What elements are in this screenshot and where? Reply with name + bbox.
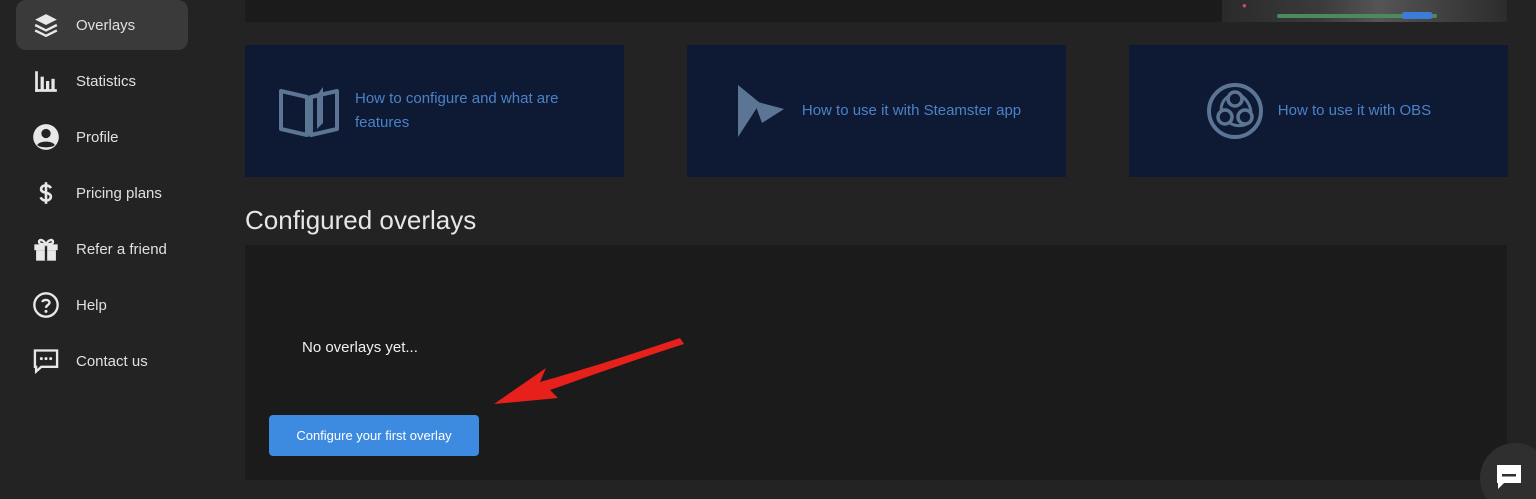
help-card-configure[interactable]: How to configure and what are features: [245, 45, 624, 177]
sidebar-item-contact[interactable]: Contact us: [16, 336, 188, 386]
section-title: Configured overlays: [245, 205, 477, 235]
help-card-steamster[interactable]: How to use it with Steamster app: [687, 45, 1066, 177]
help-card-label: How to use it with Steamster app: [801, 102, 1022, 119]
user-circle-icon: [30, 121, 62, 153]
bar-chart-icon: [30, 65, 62, 97]
steamster-logo-icon: [732, 81, 788, 141]
layers-icon: [30, 9, 62, 41]
configured-overlays-panel: No overlays yet... Configure your first …: [245, 245, 1507, 480]
sidebar-item-label: Profile: [76, 128, 119, 146]
help-card-label: How to configure and what are features: [355, 90, 559, 131]
help-circle-icon: [30, 289, 62, 321]
app-root: Overlays Statistics Profile Pricing plan…: [0, 0, 1536, 499]
sidebar-item-pricing[interactable]: Pricing plans: [16, 168, 188, 218]
empty-state-text: No overlays yet...: [302, 339, 418, 356]
sidebar-item-refer[interactable]: Refer a friend: [16, 224, 188, 274]
book-icon: [277, 83, 341, 139]
sidebar-item-overlays[interactable]: Overlays: [16, 0, 188, 50]
sidebar-item-label: Help: [76, 296, 107, 314]
sidebar-item-label: Pricing plans: [76, 184, 162, 202]
chat-icon: [30, 345, 62, 377]
sidebar-item-statistics[interactable]: Statistics: [16, 56, 188, 106]
configure-first-overlay-button[interactable]: Configure your first overlay: [269, 415, 479, 456]
preview-decoration: ●: [1242, 1, 1247, 10]
obs-logo-icon: [1206, 82, 1264, 140]
sidebar-item-label: Overlays: [76, 16, 136, 34]
chat-bubble-icon: [1494, 463, 1524, 496]
dollar-icon: [30, 177, 62, 209]
annotation-arrow-icon: [494, 338, 684, 404]
help-card-obs[interactable]: How to use it with OBS: [1129, 45, 1508, 177]
sidebar-item-profile[interactable]: Profile: [16, 112, 188, 162]
help-card-label: How to use it with OBS: [1277, 102, 1432, 119]
sidebar: Overlays Statistics Profile Pricing plan…: [0, 0, 200, 499]
sidebar-item-label: Statistics: [76, 72, 137, 90]
sidebar-item-label: Contact us: [76, 352, 148, 370]
gift-icon: [30, 233, 62, 265]
preview-decoration: [1402, 12, 1432, 19]
overlay-preview-image: ●: [1222, 0, 1507, 22]
sidebar-item-label: Refer a friend: [76, 240, 167, 258]
sidebar-item-help[interactable]: Help: [16, 280, 188, 330]
